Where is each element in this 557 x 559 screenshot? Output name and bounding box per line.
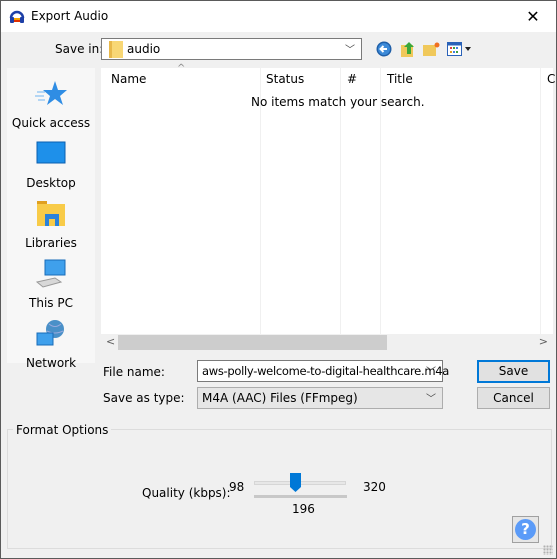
place-this-pc[interactable]: This PC (7, 258, 95, 310)
place-network[interactable]: Network (7, 318, 95, 370)
chevron-down-icon: ﹀ (426, 367, 436, 378)
format-options-label: Format Options (13, 423, 112, 437)
up-folder-icon[interactable] (400, 40, 416, 58)
audacity-app-icon (9, 10, 25, 23)
column-header-more[interactable]: C (547, 72, 555, 86)
save-in-value: audio (127, 42, 161, 56)
help-icon: ? (515, 519, 536, 540)
column-header-number[interactable]: # (347, 72, 357, 86)
scroll-right-icon[interactable]: > (539, 335, 548, 348)
view-menu-icon[interactable] (447, 42, 473, 57)
column-divider[interactable] (540, 68, 541, 334)
place-label: Libraries (25, 236, 77, 250)
quality-label: Quality (kbps): (142, 486, 231, 500)
chevron-down-icon: ﹀ (426, 394, 436, 405)
resize-grip[interactable] (543, 545, 553, 555)
scroll-left-icon[interactable]: < (106, 335, 115, 348)
file-list[interactable]: ^ Name Status # Title C No items match y… (101, 63, 555, 334)
column-header-title[interactable]: Title (387, 72, 413, 86)
places-bar: Quick access Desktop Libraries This PC N… (7, 68, 95, 370)
back-icon[interactable] (376, 41, 392, 57)
chevron-down-icon: ﹀ (345, 45, 355, 56)
desktop-icon (36, 141, 66, 164)
format-options-group (7, 429, 552, 549)
folder-icon (109, 41, 123, 58)
place-label: This PC (29, 296, 73, 310)
help-button[interactable]: ? (512, 516, 539, 543)
quality-value: 196 (292, 502, 315, 516)
empty-message: No items match your search. (251, 95, 425, 109)
scrollbar-thumb[interactable] (118, 335, 387, 350)
close-button[interactable]: ✕ (510, 1, 556, 32)
quality-max-label: 320 (363, 480, 386, 494)
save-in-label: Save in: (55, 42, 104, 56)
save-as-type-label: Save as type: (103, 391, 185, 405)
save-as-type-dropdown[interactable]: M4A (AAC) Files (FFmpeg) ﹀ (197, 387, 443, 409)
column-header-status[interactable]: Status (266, 72, 304, 86)
save-in-dropdown[interactable]: audio ﹀ (101, 38, 362, 60)
file-name-label: File name: (103, 365, 165, 379)
new-folder-icon[interactable] (423, 42, 441, 57)
network-icon (36, 320, 64, 346)
this-pc-icon (35, 259, 66, 288)
place-label: Network (25, 356, 77, 370)
place-label: Quick access (11, 116, 91, 130)
cancel-button[interactable]: Cancel (477, 387, 550, 409)
quick-access-star-icon (35, 81, 67, 105)
export-audio-dialog: Export Audio ✕ Save in: audio ﹀ Quick ac… (0, 0, 557, 559)
place-label: Desktop (26, 176, 76, 190)
quality-min-label: 98 (229, 480, 245, 494)
save-button[interactable]: Save (477, 360, 550, 383)
file-name-input[interactable]: aws-polly-welcome-to-digital-healthcare.… (197, 360, 449, 382)
place-libraries[interactable]: Libraries (7, 198, 95, 250)
sort-ascending-icon: ^ (177, 63, 186, 74)
place-desktop[interactable]: Desktop (7, 138, 95, 190)
title-bar: Export Audio ✕ (1, 1, 556, 32)
quality-slider-thumb[interactable] (289, 473, 301, 492)
horizontal-scrollbar[interactable]: < > (101, 334, 553, 351)
place-quick-access[interactable]: Quick access (7, 78, 95, 130)
file-name-value: aws-polly-welcome-to-digital-healthcare.… (202, 364, 449, 378)
libraries-icon (37, 201, 65, 226)
save-as-type-value: M4A (AAC) Files (FFmpeg) (202, 391, 358, 405)
close-icon: ✕ (526, 7, 540, 26)
window-title: Export Audio (31, 9, 109, 23)
quality-slider-ticks (254, 495, 347, 498)
column-header-name[interactable]: Name (111, 72, 146, 86)
